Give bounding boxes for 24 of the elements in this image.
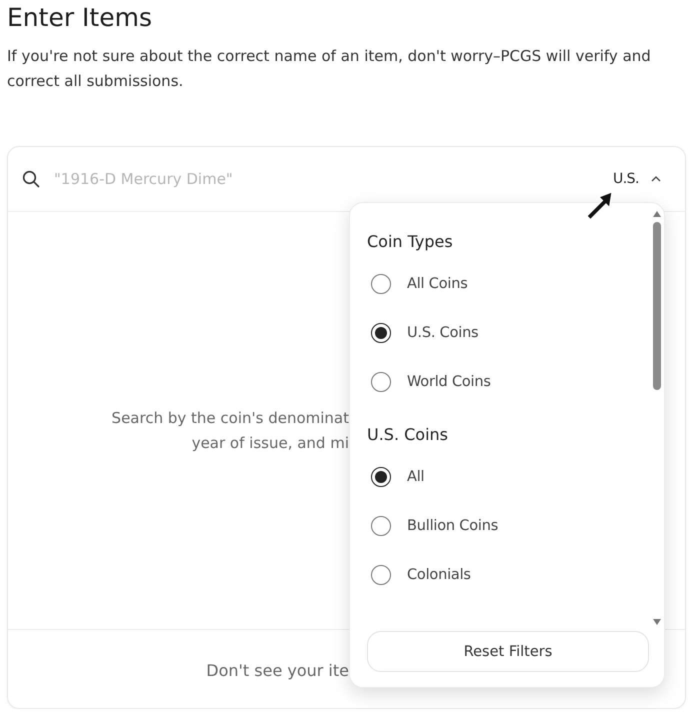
empty-state-text: Search by the coin's denominat — [110, 408, 349, 428]
radio-option[interactable]: World Coins — [367, 372, 491, 392]
radio-option[interactable]: Colonials — [367, 564, 471, 584]
reset-filters-button[interactable]: Reset Filters — [367, 631, 649, 672]
radio-button[interactable] — [371, 372, 391, 392]
radio-button[interactable] — [371, 466, 391, 486]
footer-text: Don't see your ite — [205, 660, 349, 680]
radio-option[interactable]: U.S. Coins — [367, 322, 478, 342]
intro-text: If you're not sure about the correct name of an item, don't worry–PCGS will verify and correct all submissions. — [7, 46, 652, 92]
chevron-icon — [651, 176, 661, 182]
radio-option[interactable]: All — [367, 466, 424, 486]
radio-button[interactable] — [371, 564, 391, 584]
page-title: Enter Items — [7, 2, 153, 34]
radio-option[interactable]: All Coins — [367, 274, 468, 294]
group-heading: Coin Types — [367, 231, 454, 253]
empty-state-text: year of issue, and mi — [190, 432, 349, 454]
radio-button[interactable] — [371, 274, 391, 294]
radio-option[interactable]: Bullion Coins — [367, 516, 498, 536]
filter-toggle[interactable]: U.S. — [612, 171, 661, 187]
search-field[interactable]: "1916-D Mercury Dime" — [52, 169, 613, 189]
radio-button[interactable] — [371, 516, 391, 536]
group-heading: U.S. Coins — [367, 424, 450, 446]
radio-button[interactable] — [371, 322, 391, 342]
search-icon — [22, 170, 40, 188]
